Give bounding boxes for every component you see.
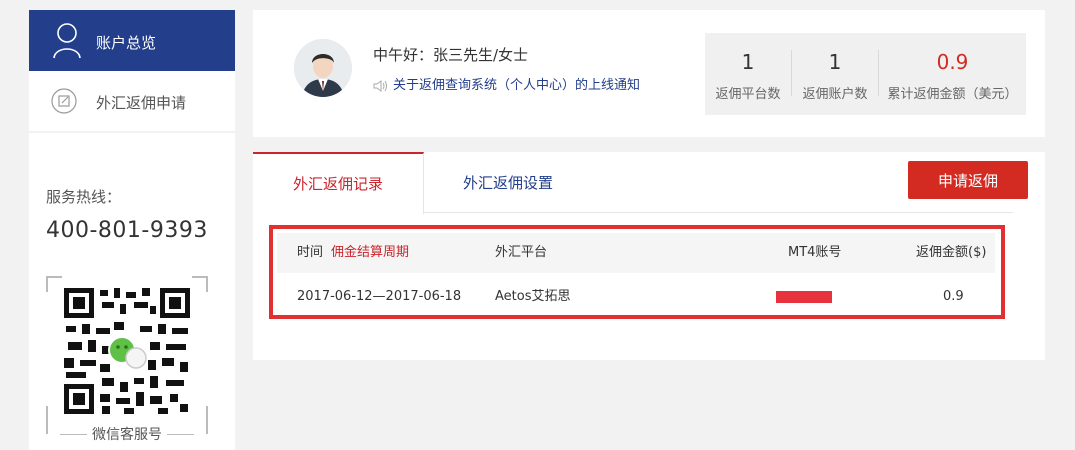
avatar [294,39,352,97]
redaction-mask [776,290,832,303]
notice-text: 关于返佣查询系统（个人中心）的上线通知 [393,78,641,93]
wechat-qr-code [62,286,192,416]
avatar-icon [294,39,352,97]
stat-label: 累计返佣金额（美元） [887,87,1018,102]
tab-rebate-records[interactable]: 外汇返佣记录 [253,152,424,214]
stats-panel: 1 返佣平台数 1 返佣账户数 0.9 累计返佣金额（美元） [705,33,1026,115]
cell-platform: Aetos艾拓思 [495,289,571,304]
header-platform: 外汇平台 [495,245,548,260]
stat-value: 1 [828,50,842,74]
header-time: 时间 佣金结算周期 [297,233,409,273]
stat-label: 返佣账户数 [802,87,868,102]
profile-card: 中午好：张三先生/女士 关于返佣查询系统（个人中心）的上线通知 1 返佣平台数 … [253,10,1045,137]
cell-amount: 0.9 [943,289,964,304]
stat-platform-count: 1 返佣平台数 [705,33,791,115]
hotline-label: 服务热线： [46,188,122,206]
stat-value: 1 [741,50,755,74]
rebate-card: 外汇返佣记录 外汇返佣设置 申请返佣 时间 佣金结算周期 外汇平台 MT4账号 返… [253,152,1045,360]
nav-account-overview-label: 账户总览 [96,34,157,52]
stat-label: 返佣平台数 [715,87,781,102]
tab-rebate-settings[interactable]: 外汇返佣设置 [423,152,593,212]
tab-bar: 外汇返佣记录 外汇返佣设置 [253,152,1013,214]
sidebar: 账户总览 外汇返佣申请 服务热线： 400-801-9393 微信客服号 [0,10,235,450]
nav-account-overview[interactable]: 账户总览 [29,10,235,71]
greeting-text: 中午好：张三先生/女士 [373,46,529,64]
table-header: 时间 佣金结算周期 外汇平台 MT4账号 返佣金额($) [277,233,995,273]
apply-rebate-button[interactable]: 申请返佣 [908,161,1028,199]
cell-account [776,277,832,317]
hotline-number: 400-801-9393 [46,218,208,243]
qr-caption: 微信客服号 [92,427,162,443]
cell-time: 2017-06-12—2017-06-18 [297,289,462,304]
service-panel: 服务热线： 400-801-9393 微信客服号 [29,133,235,450]
speaker-icon [373,78,393,93]
qr-corner [192,276,208,292]
stat-value: 0.9 [936,50,969,74]
stat-total-rebate: 0.9 累计返佣金额（美元） [879,33,1026,115]
edit-icon [51,88,77,114]
notice-link[interactable]: 关于返佣查询系统（个人中心）的上线通知 [373,74,640,93]
wechat-qr-box: 微信客服号 [46,276,208,446]
user-icon [53,23,81,59]
header-period-label: 佣金结算周期 [331,245,410,260]
table-row: 2017-06-12—2017-06-18 Aetos艾拓思 0.9 [277,277,995,317]
header-account: MT4账号 [788,245,842,260]
nav-forex-rebate-apply-label: 外汇返佣申请 [96,94,187,112]
qr-corner [46,276,62,292]
nav-forex-rebate-apply[interactable]: 外汇返佣申请 [29,71,235,131]
stat-account-count: 1 返佣账户数 [792,33,878,115]
header-time-label: 时间 [297,245,324,260]
header-amount: 返佣金额($) [916,245,987,260]
